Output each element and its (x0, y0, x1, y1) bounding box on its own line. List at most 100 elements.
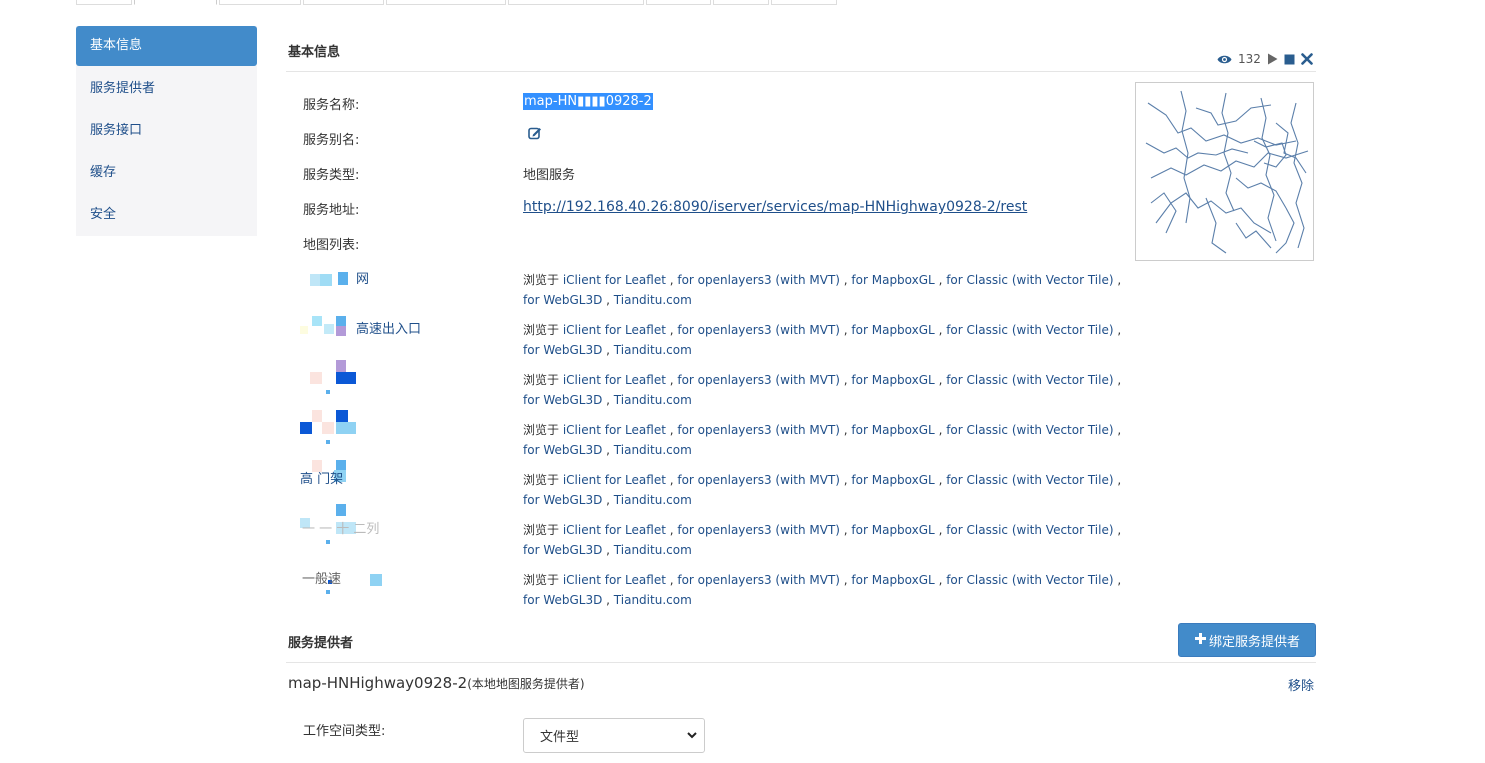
map-thumbnail[interactable] (1135, 82, 1314, 261)
map-name[interactable] (298, 410, 498, 462)
map-name[interactable] (298, 360, 498, 412)
tab[interactable] (76, 0, 132, 5)
sidebar-item-basic-info[interactable]: 基本信息 (76, 26, 257, 66)
link-openlayers3[interactable]: for openlayers3 (with MVT) (677, 523, 840, 537)
chevron-down-icon (686, 729, 698, 745)
provider-type: (本地地图服务提供者) (467, 677, 585, 691)
edit-icon[interactable] (528, 126, 542, 144)
divider (286, 662, 1316, 663)
map-name-text: 高 门架 (300, 472, 344, 487)
type-value: 地图服务 (523, 168, 576, 183)
link-tianditu[interactable]: Tianditu.com (614, 293, 692, 307)
close-icon[interactable] (1301, 53, 1313, 65)
link-openlayers3[interactable]: for openlayers3 (with MVT) (677, 323, 840, 337)
tab[interactable] (771, 0, 837, 5)
browse-links: 浏览于 iClient for Leaflet , for openlayers… (523, 573, 1122, 607)
tab[interactable] (386, 0, 506, 5)
provider-name: map-HNHighway0928-2(本地地图服务提供者) (288, 674, 585, 692)
map-name[interactable]: 高速出入口 (298, 316, 498, 362)
link-mapboxgl[interactable]: for MapboxGL (851, 473, 934, 487)
map-name[interactable]: 网 (298, 266, 498, 312)
remove-provider-link[interactable]: 移除 (1288, 675, 1314, 694)
link-openlayers3[interactable]: for openlayers3 (with MVT) (677, 373, 840, 387)
browse-prefix: 浏览于 (523, 423, 560, 437)
tab[interactable] (646, 0, 711, 5)
link-mapboxgl[interactable]: for MapboxGL (851, 423, 934, 437)
link-iclient-leaflet[interactable]: iClient for Leaflet (563, 373, 666, 387)
link-openlayers3[interactable]: for openlayers3 (with MVT) (677, 423, 840, 437)
link-classic[interactable]: for Classic (with Vector Tile) (946, 523, 1113, 537)
bind-provider-button[interactable]: 绑定服务提供者 (1178, 623, 1316, 657)
workspace-type-label: 工作空间类型: (303, 724, 386, 739)
link-classic[interactable]: for Classic (with Vector Tile) (946, 373, 1113, 387)
link-webgl3d[interactable]: for WebGL3D (523, 493, 602, 507)
sidebar-item-providers[interactable]: 服务提供者 (76, 68, 257, 110)
map-row: 浏览于 iClient for Leaflet , for openlayers… (298, 410, 1121, 466)
link-webgl3d[interactable]: for WebGL3D (523, 443, 602, 457)
link-classic[interactable]: for Classic (with Vector Tile) (946, 423, 1113, 437)
service-address-link[interactable]: http://192.168.40.26:8090/iserver/servic… (523, 199, 1027, 215)
tab[interactable] (303, 0, 384, 5)
link-iclient-leaflet[interactable]: iClient for Leaflet (563, 473, 666, 487)
map-name[interactable]: 一般速 (298, 566, 498, 612)
link-openlayers3[interactable]: for openlayers3 (with MVT) (677, 573, 840, 587)
link-webgl3d[interactable]: for WebGL3D (523, 543, 602, 557)
link-mapboxgl[interactable]: for MapboxGL (851, 373, 934, 387)
map-name[interactable]: 一 一 ⼗ 二列 (298, 504, 498, 562)
link-tianditu[interactable]: Tianditu.com (614, 393, 692, 407)
provider-name-text: map-HNHighway0928-2 (288, 674, 468, 692)
link-iclient-leaflet[interactable]: iClient for Leaflet (563, 423, 666, 437)
link-tianditu[interactable]: Tianditu.com (614, 343, 692, 357)
plus-icon (1194, 632, 1207, 649)
link-mapboxgl[interactable]: for MapboxGL (851, 323, 934, 337)
link-webgl3d[interactable]: for WebGL3D (523, 343, 602, 357)
link-tianditu[interactable]: Tianditu.com (614, 493, 692, 507)
service-name-value[interactable]: map-HN▮▮▮▮0928-2 (523, 93, 653, 110)
link-openlayers3[interactable]: for openlayers3 (with MVT) (677, 473, 840, 487)
link-iclient-leaflet[interactable]: iClient for Leaflet (563, 323, 666, 337)
tab[interactable] (508, 0, 644, 5)
link-mapboxgl[interactable]: for MapboxGL (851, 573, 934, 587)
link-webgl3d[interactable]: for WebGL3D (523, 593, 602, 607)
link-tianditu[interactable]: Tianditu.com (614, 593, 692, 607)
tab-active[interactable] (134, 0, 217, 5)
browse-links: 浏览于 iClient for Leaflet , for openlayers… (523, 273, 1122, 307)
bind-provider-label: 绑定服务提供者 (1208, 634, 1300, 650)
map-name[interactable]: 高 门架 (298, 460, 498, 512)
link-classic[interactable]: for Classic (with Vector Tile) (946, 473, 1113, 487)
link-iclient-leaflet[interactable]: iClient for Leaflet (563, 273, 666, 287)
link-tianditu[interactable]: Tianditu.com (614, 543, 692, 557)
link-mapboxgl[interactable]: for MapboxGL (851, 523, 934, 537)
link-classic[interactable]: for Classic (with Vector Tile) (946, 323, 1113, 337)
link-webgl3d[interactable]: for WebGL3D (523, 393, 602, 407)
link-mapboxgl[interactable]: for MapboxGL (851, 273, 934, 287)
workspace-type-select[interactable]: 文件型 (523, 718, 705, 753)
service-name-label: 服务名称: (303, 98, 360, 113)
play-icon[interactable] (1267, 53, 1278, 65)
browse-prefix: 浏览于 (523, 523, 560, 537)
link-iclient-leaflet[interactable]: iClient for Leaflet (563, 523, 666, 537)
link-classic[interactable]: for Classic (with Vector Tile) (946, 273, 1113, 287)
tab[interactable] (219, 0, 301, 5)
sidebar-item-security[interactable]: 安全 (76, 194, 257, 236)
browse-links: 浏览于 iClient for Leaflet , for openlayers… (523, 423, 1122, 457)
link-webgl3d[interactable]: for WebGL3D (523, 293, 602, 307)
sidebar-item-cache[interactable]: 缓存 (76, 152, 257, 194)
link-iclient-leaflet[interactable]: iClient for Leaflet (563, 573, 666, 587)
stop-icon[interactable] (1284, 54, 1295, 65)
eye-icon (1217, 54, 1232, 65)
link-tianditu[interactable]: Tianditu.com (614, 443, 692, 457)
map-list-label: 地图列表: (303, 238, 360, 253)
alias-label: 服务别名: (303, 133, 360, 148)
map-name-text: 一般速 (302, 572, 342, 587)
browse-links: 浏览于 iClient for Leaflet , for openlayers… (523, 323, 1122, 357)
link-openlayers3[interactable]: for openlayers3 (with MVT) (677, 273, 840, 287)
sidebar-item-interfaces[interactable]: 服务接口 (76, 110, 257, 152)
service-stats: 132 (1217, 52, 1313, 66)
browse-prefix: 浏览于 (523, 373, 560, 387)
browse-links: 浏览于 iClient for Leaflet , for openlayers… (523, 473, 1122, 507)
link-classic[interactable]: for Classic (with Vector Tile) (946, 573, 1113, 587)
tab[interactable] (713, 0, 769, 5)
browse-prefix: 浏览于 (523, 573, 560, 587)
basic-info-title: 基本信息 (288, 45, 341, 60)
